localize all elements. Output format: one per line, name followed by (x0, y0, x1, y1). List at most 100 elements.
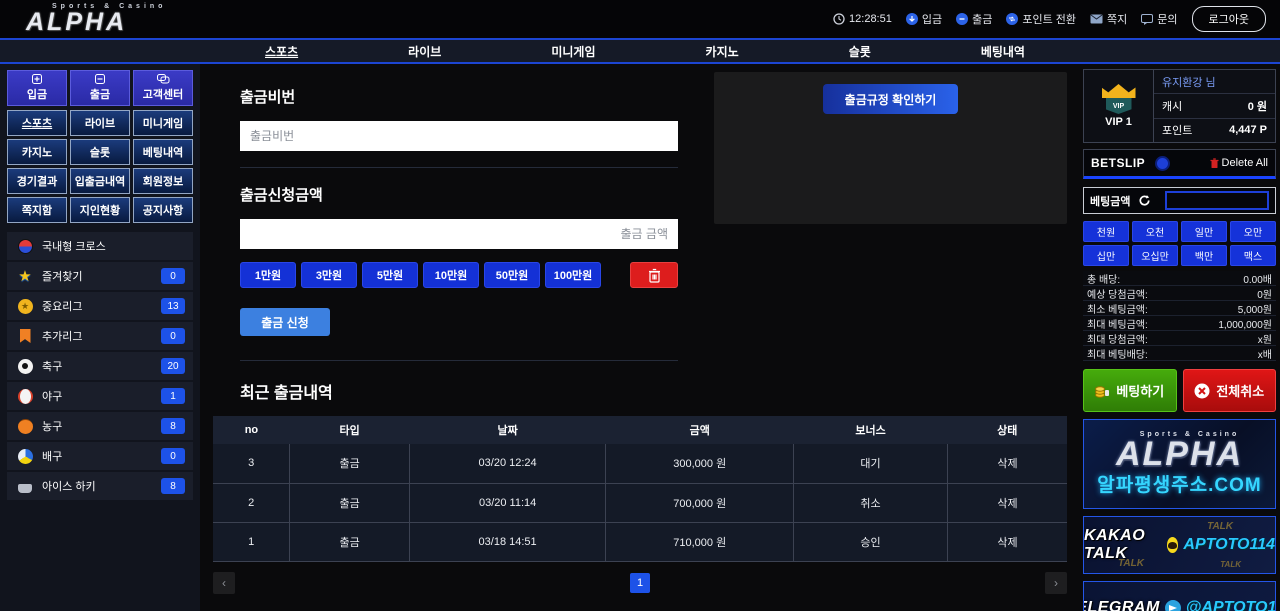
quick-1000-button[interactable]: 천원 (1083, 221, 1129, 242)
logout-button[interactable]: 로그아웃 (1192, 6, 1266, 32)
hockey-icon (18, 484, 32, 493)
header-withdraw[interactable]: 출금 (956, 11, 992, 27)
alpha-logo[interactable]: Sports & Casino ALPHA (26, 3, 166, 35)
withdraw-password-input[interactable] (240, 121, 678, 151)
bet-amount-input[interactable] (1165, 191, 1269, 210)
sidebar-item-volleyball[interactable]: 배구 0 (7, 442, 193, 470)
withdraw-circle-icon (956, 13, 968, 25)
menu-messages[interactable]: 쪽지함 (7, 197, 67, 223)
nav-slot[interactable]: 슬롯 (849, 43, 871, 60)
table-row: 1 출금 03/18 14:51 710,000 원 승인 삭제 (213, 522, 1067, 561)
sidebar-item-major-leagues[interactable]: ★ 중요리그 13 (7, 292, 193, 320)
menu-bet-history[interactable]: 베팅내역 (133, 139, 193, 165)
user-name: 유지환강 님 (1162, 74, 1216, 90)
chat-icon (1141, 14, 1153, 25)
nav-minigame[interactable]: 미니게임 (551, 43, 595, 60)
amount-1m-button[interactable]: 100만원 (545, 262, 601, 288)
sidebar-item-extra-leagues[interactable]: 추가리그 0 (7, 322, 193, 350)
withdraw-rules-button[interactable]: 출금규정 확인하기 (823, 84, 959, 114)
sidebar-item-soccer[interactable]: 축구 20 (7, 352, 193, 380)
page-number-button[interactable]: 1 (630, 573, 650, 593)
nav-sports[interactable]: 스포츠 (265, 43, 298, 60)
bookmark-icon (20, 329, 31, 343)
delete-row-cell[interactable]: 삭제 (947, 522, 1067, 561)
menu-casino[interactable]: 카지노 (7, 139, 67, 165)
withdraw-form: 출금비번 출금신청금액 1만원 3만원 5만원 10만원 50만원 100만원 (213, 72, 705, 361)
quick-1000000-button[interactable]: 백만 (1181, 245, 1227, 266)
table-header-row: no 타입 날짜 금액 보너스 상태 (213, 416, 1067, 444)
menu-notices[interactable]: 공지사항 (133, 197, 193, 223)
sidebar-item-baseball[interactable]: 야구 1 (7, 382, 193, 410)
vip-shield-icon: VIP (1106, 98, 1132, 114)
place-bet-button[interactable]: 베팅하기 (1083, 369, 1177, 412)
sidebar-item-ice-hockey[interactable]: 아이스 하키 8 (7, 472, 193, 500)
menu-minigame[interactable]: 미니게임 (133, 110, 193, 136)
count-badge: 20 (161, 358, 185, 374)
amount-30k-button[interactable]: 3만원 (301, 262, 357, 288)
delete-all-trash-icon (1210, 158, 1219, 169)
kakao-banner[interactable]: TALK KAKAO TALK APTOTO114 TALK TALK (1083, 516, 1276, 574)
count-badge: 8 (161, 478, 185, 494)
quick-deposit-button[interactable]: 입금 (7, 70, 67, 106)
basketball-icon (18, 419, 33, 434)
quick-500000-button[interactable]: 오십만 (1132, 245, 1178, 266)
point-label: 포인트 (1162, 122, 1192, 138)
menu-live[interactable]: 라이브 (70, 110, 130, 136)
kakao-handle: APTOTO114 (1183, 536, 1275, 554)
sidebar-item-favorites[interactable]: ★ 즐겨찾기 0 (7, 262, 193, 290)
amount-500k-button[interactable]: 50만원 (484, 262, 540, 288)
refresh-icon[interactable] (1138, 194, 1151, 207)
quick-50000-button[interactable]: 오만 (1230, 221, 1276, 242)
point-value: 4,447 P (1229, 124, 1267, 136)
menu-sports[interactable]: 스포츠 (7, 110, 67, 136)
quick-withdraw-button[interactable]: 출금 (70, 70, 130, 106)
amount-10k-button[interactable]: 1만원 (240, 262, 296, 288)
quick-100000-button[interactable]: 십만 (1083, 245, 1129, 266)
left-sidebar: 입금 출금 고객센터 스포츠 라이브 미니게임 카지노 슬롯 베팅내역 경기결과… (0, 64, 200, 611)
header-point-transfer[interactable]: 포인트 전환 (1006, 11, 1076, 27)
alpha-banner-brand: ALPHA (1116, 438, 1243, 470)
betslip-toggle[interactable] (1155, 156, 1170, 171)
prev-page-button[interactable]: ‹ (213, 572, 235, 594)
top-header: Sports & Casino ALPHA 12:28:51 입금 출금 포인트… (0, 0, 1280, 38)
mail-icon (1090, 14, 1103, 24)
nav-casino[interactable]: 카지노 (706, 43, 739, 60)
telegram-banner[interactable]: TELEGRAM @APTOTO114 (1083, 581, 1276, 611)
sidebar-item-domestic-cross[interactable]: 국내형 크로스 (7, 232, 193, 260)
menu-slot[interactable]: 슬롯 (70, 139, 130, 165)
withdraw-password-title: 출금비번 (240, 86, 678, 107)
quick-support-button[interactable]: 고객센터 (133, 70, 193, 106)
right-sidebar: VIP VIP 1 유지환강 님 캐시 0 원 포인트 4,447 P BETS… (1080, 64, 1280, 611)
delete-all-button[interactable]: Delete All (1210, 157, 1268, 169)
clear-amount-button[interactable] (630, 262, 678, 288)
header-inquiry[interactable]: 문의 (1141, 11, 1177, 27)
withdraw-submit-button[interactable]: 출금 신청 (240, 308, 330, 336)
quick-max-button[interactable]: 맥스 (1230, 245, 1276, 266)
quick-10000-button[interactable]: 일만 (1181, 221, 1227, 242)
menu-results[interactable]: 경기결과 (7, 168, 67, 194)
nav-bet-history[interactable]: 베팅내역 (981, 43, 1025, 60)
quick-5000-button[interactable]: 오천 (1132, 221, 1178, 242)
delete-row-cell[interactable]: 삭제 (947, 444, 1067, 483)
vip-crown-icon (1102, 84, 1136, 98)
header-message[interactable]: 쪽지 (1090, 11, 1127, 27)
alpha-banner[interactable]: Sports & Casino ALPHA 알파평생주소.COM (1083, 419, 1276, 509)
withdraw-amount-input[interactable] (240, 219, 678, 249)
soccer-icon (18, 359, 33, 374)
count-badge: 1 (161, 388, 185, 404)
delete-row-cell[interactable]: 삭제 (947, 483, 1067, 522)
amount-50k-button[interactable]: 5만원 (362, 262, 418, 288)
menu-referrals[interactable]: 지인현황 (70, 197, 130, 223)
count-badge: 8 (161, 418, 185, 434)
nav-live[interactable]: 라이브 (408, 43, 441, 60)
menu-transactions[interactable]: 입출금내역 (70, 168, 130, 194)
sidebar-item-basketball[interactable]: 농구 8 (7, 412, 193, 440)
cancel-x-icon (1194, 383, 1210, 399)
cancel-all-button[interactable]: 전체취소 (1183, 369, 1277, 412)
amount-100k-button[interactable]: 10만원 (423, 262, 479, 288)
menu-member-info[interactable]: 회원정보 (133, 168, 193, 194)
next-page-button[interactable]: › (1045, 572, 1067, 594)
header-deposit[interactable]: 입금 (906, 11, 942, 27)
clock-icon (833, 13, 845, 25)
point-transfer-icon (1006, 13, 1018, 25)
